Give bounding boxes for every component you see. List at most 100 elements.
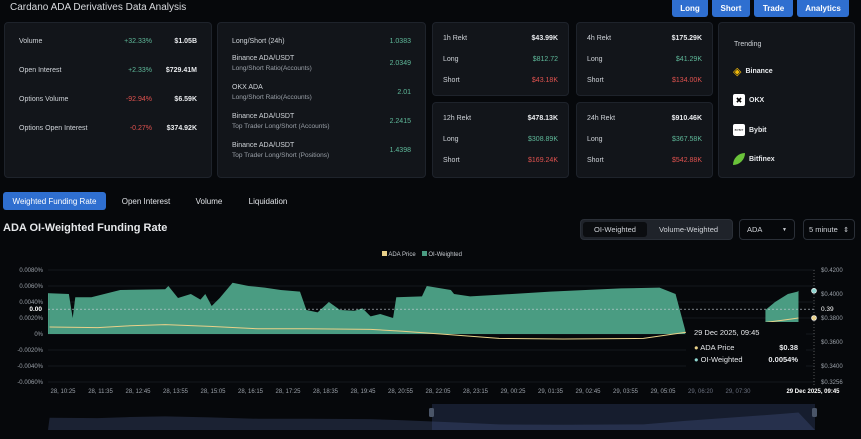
overview-row: Options Volume -92.94% $6.59K xyxy=(5,96,211,103)
ratio-sublabel: Long/Short Ratio(Accounts) xyxy=(232,94,312,101)
tab-open-interest[interactable]: Open Interest xyxy=(114,192,178,210)
y-left-tick: 0.0060% xyxy=(19,284,43,290)
x-tick: 28, 13:55 xyxy=(163,389,189,395)
okx-icon: ✖ xyxy=(733,94,745,106)
trending-card: Trending ◈ Binance ✖ OKX BYBIT Bybit Bitfin… xyxy=(718,22,855,178)
trending-bybit[interactable]: BYBIT Bybit xyxy=(733,124,767,136)
navigator-handle-left[interactable] xyxy=(429,408,434,417)
bitfinex-icon xyxy=(733,153,745,165)
x-tick: 28, 18:35 xyxy=(313,389,339,395)
ratio-label: OKX ADA xyxy=(232,84,263,91)
chevron-down-icon: ▼ xyxy=(782,226,787,233)
x-tick: 28, 15:05 xyxy=(200,389,226,395)
ratio-value: 2.0349 xyxy=(389,60,411,67)
y-left-tick: 0.0020% xyxy=(19,316,43,322)
metric-change: -0.27% xyxy=(129,125,152,132)
rekt-value: $43.18K xyxy=(531,77,558,84)
weighting-toggle: OI-Weighted Volume-Weighted xyxy=(580,219,733,240)
long-button[interactable]: Long xyxy=(672,0,708,17)
x-tick: 29, 05:05 xyxy=(650,389,676,395)
rekt-value: $910.46K xyxy=(671,115,702,122)
rekt-label: Long xyxy=(587,56,603,63)
ratio-sublabel: Long/Short Ratio(Accounts) xyxy=(232,65,312,72)
funding-point xyxy=(811,287,817,294)
ratio-value: 2.01 xyxy=(397,89,411,96)
bybit-icon: BYBIT xyxy=(733,124,745,136)
volume-weighted-option[interactable]: Volume-Weighted xyxy=(647,225,730,234)
x-tick: 29, 06:20 xyxy=(688,389,714,395)
price-dot-icon: ● xyxy=(694,343,699,352)
rekt-value: $308.89K xyxy=(528,136,558,143)
rekt-value: $169.24K xyxy=(528,157,558,164)
ratio-label: Long/Short (24h) xyxy=(232,38,285,45)
rekt-label: Short xyxy=(443,157,460,164)
rekt-value: $367.58K xyxy=(672,136,702,143)
rekt-value: $812.72 xyxy=(532,56,558,63)
overview-row: Options Open Interest -0.27% $374.92K xyxy=(5,125,211,132)
rekt-value: $542.88K xyxy=(672,157,702,164)
rekt-label: Short xyxy=(587,157,604,164)
x-tick: 29, 00:25 xyxy=(500,389,526,395)
metric-label: Open Interest xyxy=(19,67,62,74)
trade-button[interactable]: Trade xyxy=(754,0,793,17)
trending-binance[interactable]: ◈ Binance xyxy=(733,65,773,78)
symbol-value: ADA xyxy=(747,225,763,234)
y-left-tick: -0.0040% xyxy=(17,364,43,370)
tab-volume[interactable]: Volume xyxy=(188,192,230,210)
analytics-button[interactable]: Analytics xyxy=(797,0,849,17)
metric-label: Volume xyxy=(19,38,43,45)
navigator-selection[interactable] xyxy=(432,404,815,430)
price-point xyxy=(811,315,817,321)
y-left-tick: 0.0040% xyxy=(19,300,43,306)
x-tick: 29, 07:30 xyxy=(725,389,751,395)
metric-value: $6.59K xyxy=(174,96,197,103)
tab-weighted-funding-rate[interactable]: Weighted Funding Rate xyxy=(3,192,106,210)
ratio-label: Binance ADA/USDT xyxy=(232,142,295,149)
short-button[interactable]: Short xyxy=(712,0,750,17)
x-tick: 28, 12:45 xyxy=(125,389,151,395)
x-tick: 28, 23:15 xyxy=(463,389,489,395)
symbol-select[interactable]: ADA ▼ xyxy=(739,219,795,240)
rekt-label: 24h Rekt xyxy=(587,115,616,122)
rekt-value: $175.29K xyxy=(671,35,702,42)
tab-liquidation[interactable]: Liquidation xyxy=(240,192,296,210)
rekt-label: 4h Rekt xyxy=(587,35,612,42)
ratio-sublabel: Top Trader Long/Short (Accounts) xyxy=(232,123,330,130)
x-tick: 28, 20:55 xyxy=(388,389,414,395)
metric-change: +32.33% xyxy=(124,38,152,45)
legend-ada-price[interactable]: ADA Price xyxy=(382,251,416,258)
y-right-tick: $0.3800 xyxy=(821,316,843,322)
rekt-value: $41.29K xyxy=(675,56,702,63)
chart-legend: ADA Price OI-Weighted xyxy=(382,251,462,258)
y-right-tick: $0.3256 xyxy=(821,380,843,386)
oi-weighted-option[interactable]: OI-Weighted xyxy=(583,222,647,237)
x-tick: 28, 17:25 xyxy=(275,389,301,395)
ratio-row: Binance ADA/USDT Top Trader Long/Short (P… xyxy=(218,142,425,159)
rekt-value: $134.00K xyxy=(672,77,702,84)
metric-label: Options Volume xyxy=(19,96,69,103)
chart-tooltip: 29 Dec 2025, 09:45 ● ADA Price $0.38 ● OI… xyxy=(686,322,806,378)
rekt-label: Short xyxy=(587,77,604,84)
trending-bitfinex[interactable]: Bitfinex xyxy=(733,153,775,165)
interval-select[interactable]: 5 minute ⇕ xyxy=(803,219,855,240)
navigator-handle-right[interactable] xyxy=(812,408,817,417)
rekt-label: 1h Rekt xyxy=(443,35,468,42)
y-right-tick: $0.3400 xyxy=(821,364,843,370)
x-tick: 29, 02:45 xyxy=(575,389,601,395)
y-left-tick: 0.0080% xyxy=(19,268,43,274)
overview-row: Volume +32.33% $1.05B xyxy=(5,38,211,45)
rekt-label: Long xyxy=(443,56,459,63)
rekt-card: 4h Rekt $175.29K Long $41.29K Short $134.00K xyxy=(576,22,713,96)
ratio-sublabel: Top Trader Long/Short (Positions) xyxy=(232,152,330,159)
trending-okx[interactable]: ✖ OKX xyxy=(733,94,764,106)
metric-value: $374.92K xyxy=(166,125,197,132)
rekt-label: Long xyxy=(587,136,603,143)
x-tick: 28, 16:15 xyxy=(238,389,264,395)
legend-oi-weighted[interactable]: OI-Weighted xyxy=(421,251,462,258)
rekt-card: 24h Rekt $910.46K Long $367.58K Short $542.88… xyxy=(576,102,713,178)
rekt-card: 1h Rekt $43.99K Long $812.72 Short $43.18K xyxy=(432,22,569,96)
x-tick: 28, 19:45 xyxy=(350,389,376,395)
metric-change: +2.33% xyxy=(128,67,152,74)
ratio-card: Long/Short (24h) 1.0383 Binance ADA/USDT Lo… xyxy=(217,22,426,178)
y-right-tick: $0.3600 xyxy=(821,340,843,346)
